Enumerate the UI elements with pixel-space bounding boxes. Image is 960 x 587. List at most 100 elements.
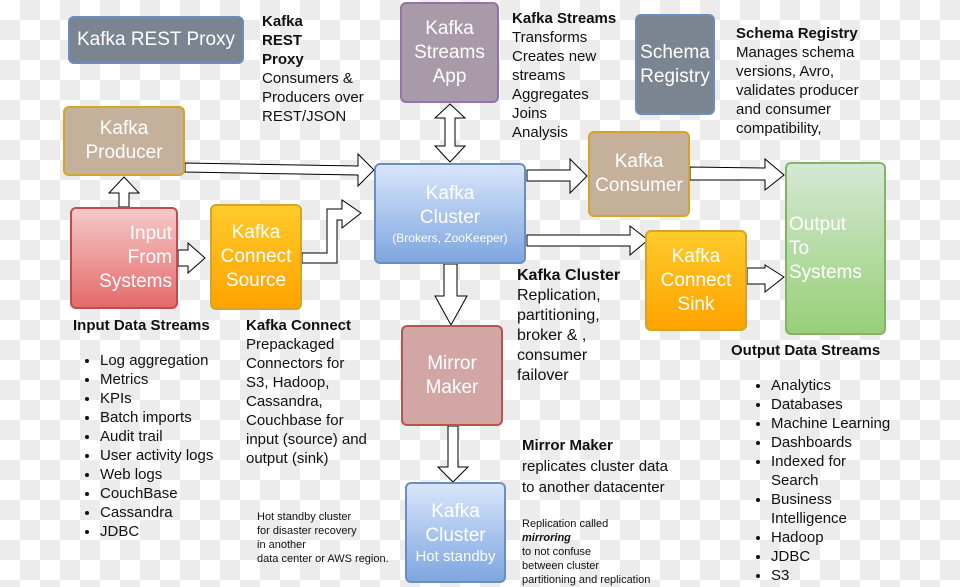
list-item: Web logs: [100, 465, 216, 484]
rest-proxy-note: Kafka REST Proxy Consumers & Producers o…: [262, 12, 364, 126]
note-title: REST: [262, 32, 303, 49]
list-item: Dashboards: [771, 433, 917, 452]
connect-note: Kafka Connect Prepackaged Connectors for…: [246, 316, 367, 468]
note-line: Connectors for: [246, 355, 345, 372]
node-label: Streams: [414, 41, 485, 63]
note-line: between cluster: [522, 560, 600, 572]
note-line: to another datacenter: [522, 479, 665, 496]
list-item: JDBC: [100, 522, 216, 541]
cluster-note: Kafka Cluster Replication, partitioning,…: [517, 266, 620, 386]
node-label: Connect: [220, 246, 292, 267]
arrow-streams-cluster: [433, 103, 467, 163]
standby-note: Hot standby cluster for disaster recover…: [257, 510, 389, 566]
node-label: To: [789, 237, 810, 259]
node-label: Registry: [640, 65, 710, 87]
arrow-input-to-source: [177, 241, 206, 275]
note-line: REST/JSON: [262, 108, 347, 125]
standby-cluster-node: Kafka Cluster Hot standby: [405, 482, 506, 583]
node-label: Schema: [640, 41, 710, 63]
node-label: Output: [789, 213, 847, 235]
list-item: Batch imports: [100, 408, 216, 427]
note-title: Mirror Maker: [522, 437, 613, 454]
note-title: Kafka Streams: [512, 10, 617, 27]
node-label: From: [127, 247, 172, 268]
list-item: Analytics: [771, 376, 917, 395]
schema-registry-note: Schema Registry Manages schema versions,…: [736, 24, 859, 138]
node-label: Systems: [789, 261, 862, 283]
node-label: Mirror: [427, 352, 477, 374]
list-item: Metrics: [100, 370, 216, 389]
kafka-rest-proxy-node: Kafka REST Proxy: [68, 16, 244, 64]
arrow-consumer-to-output: [689, 157, 785, 192]
list-item: Hadoop: [771, 528, 917, 547]
note-line: in another: [257, 539, 306, 551]
list-item: Log aggregation: [100, 351, 216, 370]
list-item: S3: [771, 566, 917, 585]
kafka-producer-node: Kafka Producer: [63, 106, 185, 176]
output-data-streams-title: Output Data Streams: [731, 342, 881, 359]
list-item: Machine Learning: [771, 414, 917, 433]
note-line: Hot standby cluster: [257, 511, 352, 523]
list-item: Indexed for Search: [771, 452, 871, 490]
node-label: Producer: [85, 142, 163, 163]
note-line: partitioning and replication: [522, 574, 651, 586]
input-data-streams-list: Log aggregation Metrics KPIs Batch impor…: [76, 351, 216, 541]
note-line: Cassandra,: [246, 393, 323, 410]
node-label: Systems: [99, 271, 172, 292]
schema-registry-node: Schema Registry: [635, 14, 715, 115]
node-label: Kafka: [431, 500, 480, 522]
note-line: validates producer: [736, 82, 859, 99]
note-line: Aggregates: [512, 86, 589, 103]
note-line: Consumers &: [262, 70, 353, 87]
arrow-input-to-producer: [107, 176, 141, 208]
note-line: for disaster recovery: [257, 525, 357, 537]
arrow-producer-to-cluster: [184, 152, 375, 188]
note-line: versions, Avro,: [736, 63, 835, 80]
output-to-systems-node: Output To Systems: [785, 162, 886, 335]
note-line: input (source) and: [246, 431, 367, 448]
node-sublabel: Hot standby: [415, 547, 496, 565]
note-line: streams: [512, 67, 566, 84]
node-sublabel: (Brokers, ZooKeeper): [392, 230, 508, 245]
node-label: Cluster: [419, 206, 481, 228]
note-line: replicates cluster data: [522, 458, 668, 475]
output-data-streams-list: Analytics Databases Machine Learning Das…: [747, 376, 917, 585]
note-line: broker & ,: [517, 327, 587, 344]
note-title: Proxy: [262, 51, 304, 68]
kafka-consumer-node: Kafka Consumer: [588, 131, 690, 217]
note-line: Couchbase for: [246, 412, 344, 429]
note-line: to not confuse: [522, 546, 592, 558]
node-label: Source: [225, 270, 287, 291]
arrow-source-to-cluster: [301, 199, 362, 264]
note-line: data center or AWS region.: [257, 553, 389, 565]
node-label: Kafka: [99, 118, 149, 139]
note-emphasis: mirroring: [522, 532, 571, 544]
list-item: CouchBase: [100, 484, 216, 503]
arrow-cluster-to-consumer: [526, 157, 588, 195]
note-line: Replication called: [522, 518, 609, 530]
node-label: Kafka: [671, 245, 721, 267]
note-line: output (sink): [246, 450, 329, 467]
kafka-connect-source-node: Kafka Connect Source: [210, 204, 302, 310]
note-title: Kafka Connect: [246, 317, 352, 334]
node-label: Consumer: [595, 175, 683, 196]
node-label: Kafka: [425, 17, 474, 39]
arrow-cluster-to-mirror: [434, 263, 468, 327]
node-label: Connect: [660, 269, 732, 291]
list-item: JDBC: [771, 547, 917, 566]
note-title: Kafka: [262, 13, 303, 30]
note-line: compatibility,: [736, 120, 822, 137]
note-title: Kafka Cluster: [517, 267, 621, 284]
input-data-streams-title: Input Data Streams: [73, 317, 210, 334]
node-label: Kafka REST Proxy: [76, 29, 236, 50]
note-line: consumer: [517, 347, 588, 364]
arrow-mirror-to-standby: [436, 425, 470, 483]
mirror-maker-node: Mirror Maker: [401, 325, 503, 426]
kafka-streams-app-node: Kafka Streams App: [400, 2, 499, 103]
note-line: Producers over: [262, 89, 364, 106]
note-line: failover: [517, 367, 569, 384]
list-item: Cassandra: [100, 503, 216, 522]
note-line: Prepackaged: [246, 336, 335, 353]
node-label: Kafka: [425, 182, 475, 204]
node-label: App: [432, 65, 467, 87]
